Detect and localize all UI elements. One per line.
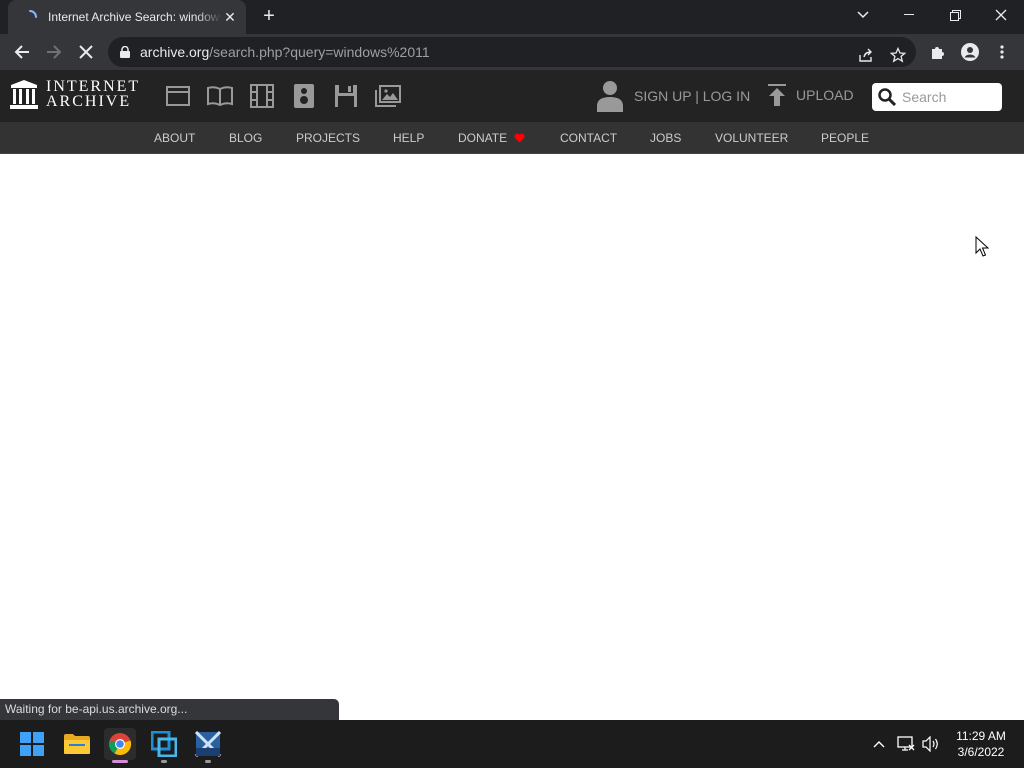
share-button[interactable] — [852, 41, 880, 69]
restore-icon — [949, 9, 961, 21]
star-icon — [890, 47, 906, 63]
ia-header: INTERNET ARCHIVE SIGN UP | LOG IN UPLOAD… — [0, 70, 1024, 122]
browser-tabstrip: Internet Archive Search: windows 2011 ✕ … — [0, 0, 1024, 34]
address-bar[interactable]: archive.org/search.php?query=windows%201… — [108, 37, 916, 67]
running-app-indicator — [161, 760, 167, 763]
chrome-taskbar-button[interactable] — [104, 728, 136, 763]
arrow-left-icon — [14, 45, 29, 59]
windows-logo-icon — [20, 732, 44, 756]
new-tab-button[interactable]: + — [258, 6, 280, 28]
browser-tab[interactable]: Internet Archive Search: windows 2011 ✕ — [8, 0, 246, 34]
user-icon — [597, 81, 623, 112]
mouse-cursor-icon — [975, 236, 989, 257]
signup-label: SIGN UP | LOG IN — [634, 88, 751, 104]
ia-secondary-nav: ABOUT BLOG PROJECTS HELP DONATE CONTACT … — [0, 122, 1024, 154]
tab-search-button[interactable] — [840, 0, 886, 30]
active-app-indicator — [112, 760, 128, 763]
archive-building-icon — [10, 80, 38, 109]
nav-projects[interactable]: PROJECTS — [296, 122, 360, 154]
close-window-button[interactable] — [978, 0, 1024, 30]
video-icon[interactable] — [249, 83, 275, 109]
browser-status-bubble: Waiting for be-api.us.archive.org... — [0, 699, 339, 720]
nav-volunteer[interactable]: VOLUNTEER — [715, 122, 788, 154]
bookmark-button[interactable] — [884, 41, 912, 69]
speaker-icon — [922, 736, 938, 752]
software-icon[interactable] — [333, 83, 359, 109]
audio-icon[interactable] — [291, 83, 317, 109]
page-content-area — [0, 155, 1024, 720]
vmware-taskbar-button[interactable] — [148, 728, 180, 763]
system-clock[interactable]: 11:29 AM 3/6/2022 — [944, 728, 1018, 760]
windows-2000-icon — [195, 731, 221, 757]
tab-title: Internet Archive Search: windows 2011 — [48, 10, 222, 24]
network-tray-button[interactable] — [896, 734, 916, 754]
share-icon — [859, 48, 872, 62]
puzzle-icon — [932, 47, 944, 59]
show-hidden-icons-button[interactable] — [869, 734, 889, 754]
network-icon — [897, 736, 915, 751]
volume-tray-button[interactable] — [921, 734, 941, 754]
arrow-right-icon — [47, 45, 62, 59]
nav-contact[interactable]: CONTACT — [560, 122, 617, 154]
profile-button[interactable] — [956, 38, 984, 66]
running-app-indicator — [205, 760, 211, 763]
tab-close-icon[interactable]: ✕ — [222, 9, 238, 25]
nav-blog[interactable]: BLOG — [229, 122, 262, 154]
nav-about[interactable]: ABOUT — [154, 122, 195, 154]
chevron-down-icon — [857, 11, 869, 19]
browser-toolbar: archive.org/search.php?query=windows%201… — [0, 34, 1024, 70]
stop-loading-button[interactable] — [72, 38, 100, 66]
upload-link[interactable]: UPLOAD — [768, 84, 854, 106]
vmware-icon — [151, 731, 177, 757]
texts-icon[interactable] — [207, 83, 233, 109]
nav-help[interactable]: HELP — [393, 122, 424, 154]
loading-spinner-icon — [29, 10, 37, 18]
nav-jobs[interactable]: JOBS — [650, 122, 681, 154]
screen: Internet Archive Search: windows 2011 ✕ … — [0, 0, 1024, 768]
windows-taskbar: 11:29 AM 3/6/2022 — [0, 720, 1024, 768]
lock-icon — [120, 46, 130, 58]
profile-icon — [961, 43, 979, 61]
back-button[interactable] — [8, 38, 36, 66]
web-icon[interactable] — [165, 83, 191, 109]
browser-menu-button[interactable] — [988, 38, 1016, 66]
heart-icon — [514, 133, 525, 143]
chrome-icon — [108, 733, 132, 756]
nav-donate[interactable]: DONATE — [458, 122, 525, 154]
clock-time: 11:29 AM — [956, 729, 1006, 743]
restore-button[interactable] — [932, 0, 978, 30]
more-vertical-icon — [1000, 45, 1004, 59]
images-icon[interactable] — [375, 83, 401, 109]
ia-logo[interactable]: INTERNET ARCHIVE — [10, 78, 141, 110]
start-button[interactable] — [16, 728, 48, 760]
logo-line-1: INTERNET — [46, 78, 141, 95]
ia-logo-text: INTERNET ARCHIVE — [46, 78, 141, 110]
minimize-icon — [904, 14, 914, 15]
nav-people[interactable]: PEOPLE — [821, 122, 869, 154]
url-text: archive.org/search.php?query=windows%201… — [140, 44, 430, 60]
search-icon — [878, 88, 896, 106]
extensions-button[interactable] — [924, 38, 952, 66]
chevron-up-icon — [873, 741, 885, 748]
minimize-button[interactable] — [886, 0, 932, 30]
close-icon — [79, 45, 93, 59]
clock-date: 3/6/2022 — [957, 745, 1005, 759]
windows-2000-vm-taskbar-button[interactable] — [192, 728, 224, 763]
file-explorer-taskbar-button[interactable] — [61, 728, 93, 760]
close-icon — [995, 9, 1007, 21]
logo-line-2: ARCHIVE — [46, 93, 132, 110]
forward-button[interactable] — [40, 38, 68, 66]
nav-donate-label: DONATE — [458, 131, 508, 145]
signup-login-link[interactable]: SIGN UP | LOG IN — [596, 80, 750, 112]
folder-icon — [64, 734, 90, 754]
upload-icon — [768, 84, 786, 106]
upload-label: UPLOAD — [796, 87, 854, 103]
ia-search-box[interactable] — [872, 83, 1002, 111]
ia-search-input[interactable] — [902, 89, 996, 105]
